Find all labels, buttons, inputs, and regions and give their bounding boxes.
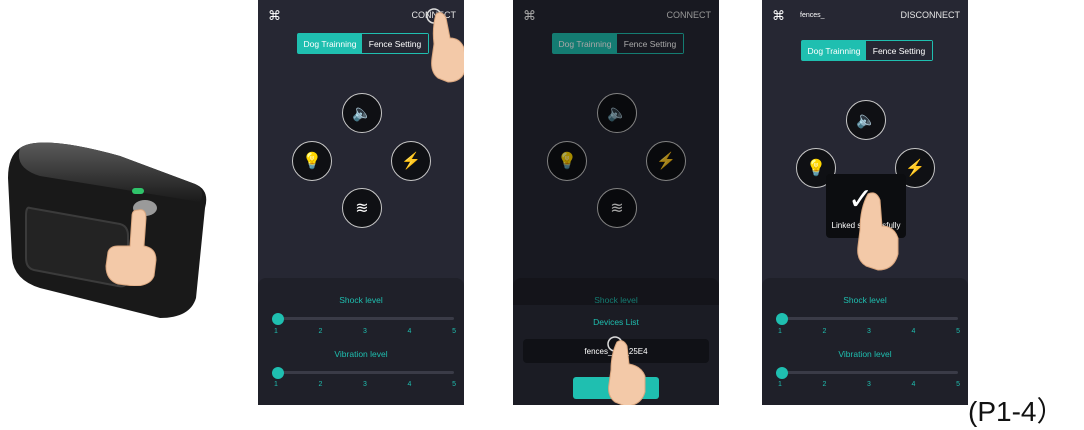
tick: 1 [274, 328, 278, 335]
tick: 4 [407, 328, 412, 335]
shock-slider-handle[interactable] [776, 313, 788, 325]
tick: 2 [822, 381, 827, 388]
devices-list-title: Devices List [593, 317, 639, 327]
grid-icon[interactable]: ⌘ [268, 8, 281, 24]
tick: 4 [407, 381, 412, 388]
tick: 2 [318, 328, 323, 335]
mode-tabs: Dog Trainning Fence Setting [297, 33, 429, 54]
disconnect-button[interactable]: DISCONNECT [900, 10, 960, 20]
vibration-level-title: Vibration level [334, 349, 388, 359]
vibration-icon[interactable]: ≋ [342, 188, 382, 228]
tick: 5 [956, 328, 960, 335]
collar-device-image [0, 128, 215, 328]
tab-dog-training[interactable]: Dog Trainning [298, 34, 362, 53]
tick: 3 [867, 381, 871, 388]
tick: 1 [274, 381, 278, 388]
tick: 5 [956, 381, 960, 388]
shock-level-title: Shock level [339, 295, 383, 305]
finger-hand-icon [426, 8, 464, 83]
bulb-icon[interactable]: 💡 [292, 141, 332, 181]
shock-slider[interactable] [780, 317, 958, 320]
vibration-slider-handle[interactable] [776, 367, 788, 379]
level-panel: Shock level 1 2 3 4 5 Vibration level 1 … [258, 278, 464, 405]
tab-dog-training[interactable]: Dog Trainning [802, 41, 866, 60]
tick: 5 [452, 328, 456, 335]
mode-tabs: Dog Trainning Fence Setting [801, 40, 933, 61]
level-panel: Shock level 1 2 3 4 5 Vibration level 1 … [762, 278, 968, 405]
shock-slider-handle[interactable] [272, 313, 284, 325]
tab-fence-setting[interactable]: Fence Setting [362, 34, 428, 53]
tab-fence-setting[interactable]: Fence Setting [866, 41, 932, 60]
speaker-icon[interactable]: 🔈 [342, 93, 382, 133]
shock-slider[interactable] [276, 317, 454, 320]
app-screen-connect: ⌘ CONNECT Dog Trainning Fence Setting 🔈 … [258, 0, 464, 405]
vibration-ticks: 1 2 3 4 5 [778, 381, 960, 388]
vibration-slider[interactable] [276, 371, 454, 374]
tick: 1 [778, 328, 782, 335]
tick: 1 [778, 381, 782, 388]
vibration-slider[interactable] [780, 371, 958, 374]
lightning-icon[interactable]: ⚡ [391, 141, 431, 181]
tick: 5 [452, 381, 456, 388]
app-screen-devices-list: ⌘ CONNECT Dog Trainning Fence Setting 🔈 … [513, 0, 719, 405]
grid-icon[interactable]: ⌘ [772, 8, 785, 24]
speaker-icon[interactable]: 🔈 [846, 100, 886, 140]
figure-label: (P1-4） [968, 396, 1065, 427]
finger-hand-icon [607, 336, 646, 405]
vibration-level-title: Vibration level [838, 349, 892, 359]
connected-device-label: fences_ [800, 12, 825, 19]
vibration-slider-handle[interactable] [272, 367, 284, 379]
tick: 4 [911, 328, 916, 335]
finger-hand-icon [857, 192, 899, 271]
finger-hand-icon [105, 209, 157, 286]
vibration-ticks: 1 2 3 4 5 [274, 381, 456, 388]
tick: 3 [867, 328, 871, 335]
app-screen-linked: ⌘ fences_ DISCONNECT Dog Trainning Fence… [762, 0, 968, 405]
shock-ticks: 1 2 3 4 5 [778, 328, 960, 335]
shock-ticks: 1 2 3 4 5 [274, 328, 456, 335]
tick: 3 [363, 381, 367, 388]
tick: 4 [911, 381, 916, 388]
shock-level-title: Shock level [843, 295, 887, 305]
tick: 2 [318, 381, 323, 388]
tick: 2 [822, 328, 827, 335]
tick: 3 [363, 328, 367, 335]
